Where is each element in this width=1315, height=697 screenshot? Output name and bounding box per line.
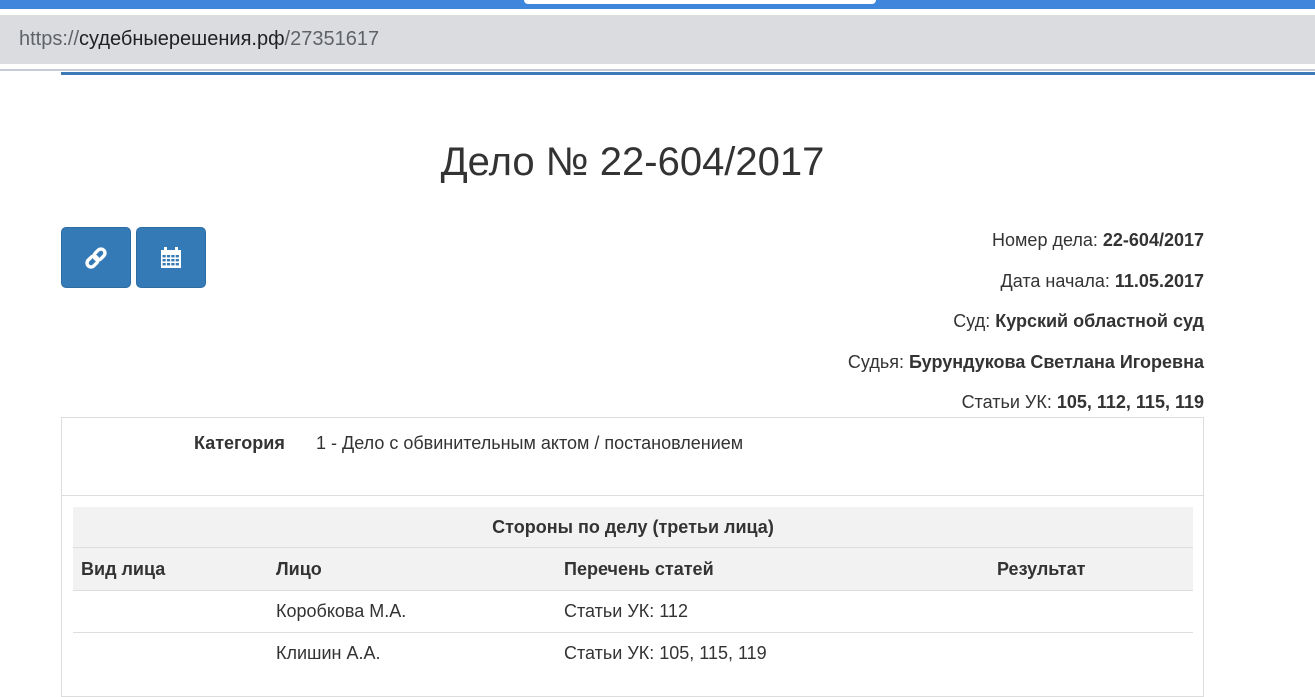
cell-result bbox=[989, 632, 1193, 674]
judge-value: Бурундукова Светлана Игоревна bbox=[908, 351, 1204, 372]
page-title: Дело № 22-604/2017 bbox=[440, 140, 825, 184]
articles-value: 105, 112, 115, 119 bbox=[1056, 392, 1204, 412]
column-header-party-type: Вид лица bbox=[73, 547, 268, 591]
table-row: Коробкова М.А. Статьи УК: 112 bbox=[73, 590, 1193, 633]
column-header-result: Результат bbox=[989, 547, 1193, 591]
cell-party-type bbox=[73, 632, 268, 674]
calendar-icon bbox=[161, 246, 181, 268]
parties-header-row: Вид лица Лицо Перечень статей Результат bbox=[73, 547, 1193, 591]
panel-divider bbox=[62, 495, 1203, 496]
category-label: Категория bbox=[194, 433, 285, 453]
parties-caption-row: Стороны по делу (третьи лица) bbox=[73, 507, 1193, 548]
column-header-person: Лицо bbox=[268, 547, 556, 591]
court-row: Суд: Курский областной суд bbox=[848, 310, 1204, 351]
cell-articles: Статьи УК: 105, 115, 119 bbox=[556, 632, 989, 674]
start-date-label: Дата начала: bbox=[1000, 270, 1110, 291]
browser-tab[interactable] bbox=[524, 0, 876, 4]
court-value: Курский областной суд bbox=[995, 311, 1204, 331]
court-label: Суд: bbox=[953, 311, 991, 331]
category-value: 1 - Дело с обвинительным актом / постано… bbox=[316, 433, 744, 453]
browser-top-strip bbox=[0, 0, 1315, 9]
case-details-panel: Категория 1 - Дело с обвинительным актом… bbox=[61, 417, 1204, 697]
link-icon bbox=[85, 246, 107, 269]
case-info: Номер дела: 22-604/2017 Дата начала: 11.… bbox=[848, 229, 1204, 432]
cell-articles: Статьи УК: 112 bbox=[556, 590, 989, 633]
cell-person: Клишин А.А. bbox=[268, 632, 556, 674]
address-bar[interactable]: https://судебныерешения.рф/27351617 bbox=[0, 15, 1315, 64]
start-date-value: 11.05.2017 bbox=[1114, 270, 1204, 291]
browser-divider bbox=[0, 69, 1315, 71]
calendar-button[interactable] bbox=[136, 227, 206, 288]
case-number-label: Номер дела: bbox=[992, 230, 1098, 250]
address-url[interactable]: https://судебныерешения.рф/27351617 bbox=[19, 28, 379, 51]
column-header-articles: Перечень статей bbox=[556, 547, 989, 591]
url-host: судебныерешения.рф bbox=[79, 28, 285, 50]
url-path: /27351617 bbox=[284, 28, 380, 50]
table-row: Клишин А.А. Статьи УК: 105, 115, 119 bbox=[73, 632, 1193, 674]
page-top-rule bbox=[61, 72, 1315, 75]
cell-party-type bbox=[73, 590, 268, 633]
url-scheme: https:// bbox=[19, 28, 80, 50]
judge-label: Судья: bbox=[847, 351, 904, 372]
parties-table: Стороны по делу (третьи лица) Вид лица Л… bbox=[73, 507, 1193, 674]
copy-link-button[interactable] bbox=[61, 227, 131, 288]
judge-row: Судья: Бурундукова Светлана Игоревна bbox=[848, 351, 1204, 392]
parties-caption: Стороны по делу (третьи лица) bbox=[73, 507, 1193, 548]
cell-person: Коробкова М.А. bbox=[268, 590, 556, 633]
case-number-row: Номер дела: 22-604/2017 bbox=[848, 229, 1204, 270]
articles-label: Статьи УК: bbox=[961, 392, 1052, 412]
start-date-row: Дата начала: 11.05.2017 bbox=[848, 270, 1204, 311]
case-number-value: 22-604/2017 bbox=[1102, 230, 1204, 250]
cell-result bbox=[989, 590, 1193, 633]
